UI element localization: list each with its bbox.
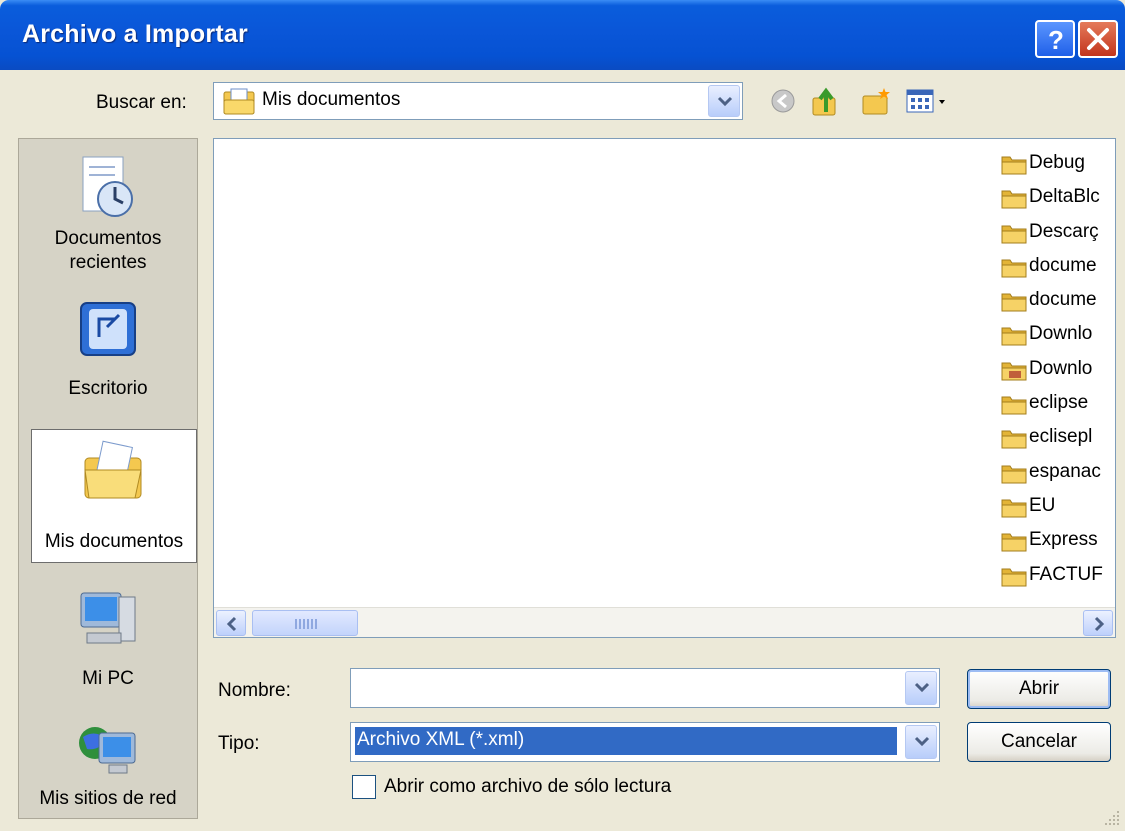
scroll-thumb[interactable] [252,610,358,636]
type-dropdown-button[interactable] [905,725,937,759]
list-item[interactable]: eclisepl [999,421,1111,455]
folder-icon [1001,156,1027,175]
name-input[interactable] [355,673,895,703]
name-combobox[interactable] [350,668,940,708]
folder-icon [1001,499,1027,518]
place-my-documents-label: Mis documentos [44,531,184,552]
place-recent-documents[interactable]: Documentos recientes [19,145,197,283]
list-item[interactable]: espanac [999,456,1111,490]
name-dropdown-button[interactable] [905,671,937,705]
file-name: docume [1029,254,1097,276]
folder-icon [1001,396,1027,415]
file-name: docume [1029,289,1097,311]
cancel-button[interactable]: Cancelar [967,722,1111,762]
folder-icon [1001,293,1027,312]
lookin-combobox[interactable]: Mis documentos [213,82,743,120]
file-name: Descarç [1029,220,1099,242]
list-item[interactable]: FACTUF [999,559,1111,593]
svg-text:?: ? [1048,25,1064,55]
list-item[interactable]: Downlo [999,318,1111,352]
chevron-down-icon [914,682,930,693]
list-item[interactable]: Downlo [999,353,1111,387]
readonly-label[interactable]: Abrir como archivo de sólo lectura [384,776,671,798]
recent-documents-icon [82,156,133,217]
my-documents-icon [84,440,142,499]
up-folder-icon[interactable] [810,86,842,118]
folder-icon [1001,465,1027,484]
my-computer-icon [80,592,136,644]
file-list[interactable]: AdobeStockPhotosafilnetAlcohol 120%Altas… [213,138,1116,638]
folder-icon [1001,568,1027,587]
list-item[interactable]: Express [999,524,1111,558]
title-bar[interactable]: Archivo a Importar ? [0,0,1125,70]
places-bar: Documentos recientes Escritorio Mis docu… [18,138,198,819]
file-name: DeltaBlc [1029,186,1100,208]
place-network[interactable]: Mis sitios de red [19,709,197,819]
help-icon: ? [1048,25,1064,55]
file-name: eclipse [1029,392,1089,414]
chevron-left-icon [226,616,237,632]
scroll-thumb-grip [295,619,317,629]
type-combobox[interactable]: Archivo XML (*.xml) [350,722,940,762]
type-label: Tipo: [218,733,260,754]
folder-icon [1001,225,1027,244]
file-name: EU [1029,494,1056,516]
chevron-down-icon [914,736,930,747]
network-places-icon [79,727,136,774]
scroll-left-button[interactable] [216,610,246,636]
resize-grip-icon[interactable] [1103,809,1121,827]
file-name: Express [1029,529,1098,551]
scroll-right-button[interactable] [1083,610,1113,636]
list-item[interactable]: eclipse [999,387,1111,421]
folder-icon [1001,327,1027,346]
downloads-folder-icon [1001,362,1027,381]
lookin-label: Buscar en: [96,92,187,113]
file-name: Debug [1029,152,1085,173]
file-name: Downlo [1029,357,1093,379]
place-desktop[interactable]: Escritorio [19,289,197,409]
window-title: Archivo a Importar [22,20,248,48]
view-menu-icon[interactable] [905,86,955,116]
place-my-computer[interactable]: Mi PC [19,579,197,699]
chevron-right-icon [1094,616,1105,632]
file-open-dialog: Archivo a Importar ? Buscar en: Mis docu… [0,0,1125,831]
horizontal-scrollbar[interactable] [214,607,1115,637]
place-my-documents[interactable]: Mis documentos [31,429,197,563]
type-selected-value: Archivo XML (*.xml) [355,727,897,755]
list-item[interactable]: EU [999,490,1111,524]
help-button[interactable]: ? [1035,20,1075,58]
lookin-value: Mis documentos [262,89,401,110]
place-network-label: Mis sitios de red [39,788,177,809]
folder-icon [1001,259,1027,278]
place-desktop-label: Escritorio [68,378,148,399]
my-documents-folder-icon [223,88,255,115]
file-list-column-2: Debug DeltaBlc Descarç docume docume Downlo Do… [999,147,1111,593]
place-recent-label-1: Documentos [54,228,162,249]
desktop-icon [80,302,136,356]
name-label: Nombre: [218,680,291,701]
folder-icon [1001,533,1027,552]
close-button[interactable] [1078,20,1118,58]
new-folder-icon[interactable] [860,86,892,118]
place-recent-label-2: recientes [69,252,147,273]
list-item[interactable]: DeltaBlc [999,181,1111,215]
file-name: espanac [1029,460,1101,482]
list-item[interactable]: docume [999,250,1111,284]
chevron-down-icon [717,96,733,107]
back-icon[interactable] [768,86,798,116]
readonly-checkbox[interactable] [352,775,376,799]
folder-icon [1001,430,1027,449]
lookin-dropdown-button[interactable] [708,85,740,117]
file-name: eclisepl [1029,426,1093,448]
list-item[interactable]: docume [999,284,1111,318]
list-item[interactable]: Debug [999,147,1111,181]
folder-icon [1001,190,1027,209]
open-button[interactable]: Abrir [967,669,1111,709]
list-item[interactable]: Descarç [999,216,1111,250]
file-name: Downlo [1029,323,1093,345]
place-my-computer-label: Mi PC [82,668,134,689]
file-name: FACTUF [1029,563,1103,585]
close-icon [1087,28,1109,50]
